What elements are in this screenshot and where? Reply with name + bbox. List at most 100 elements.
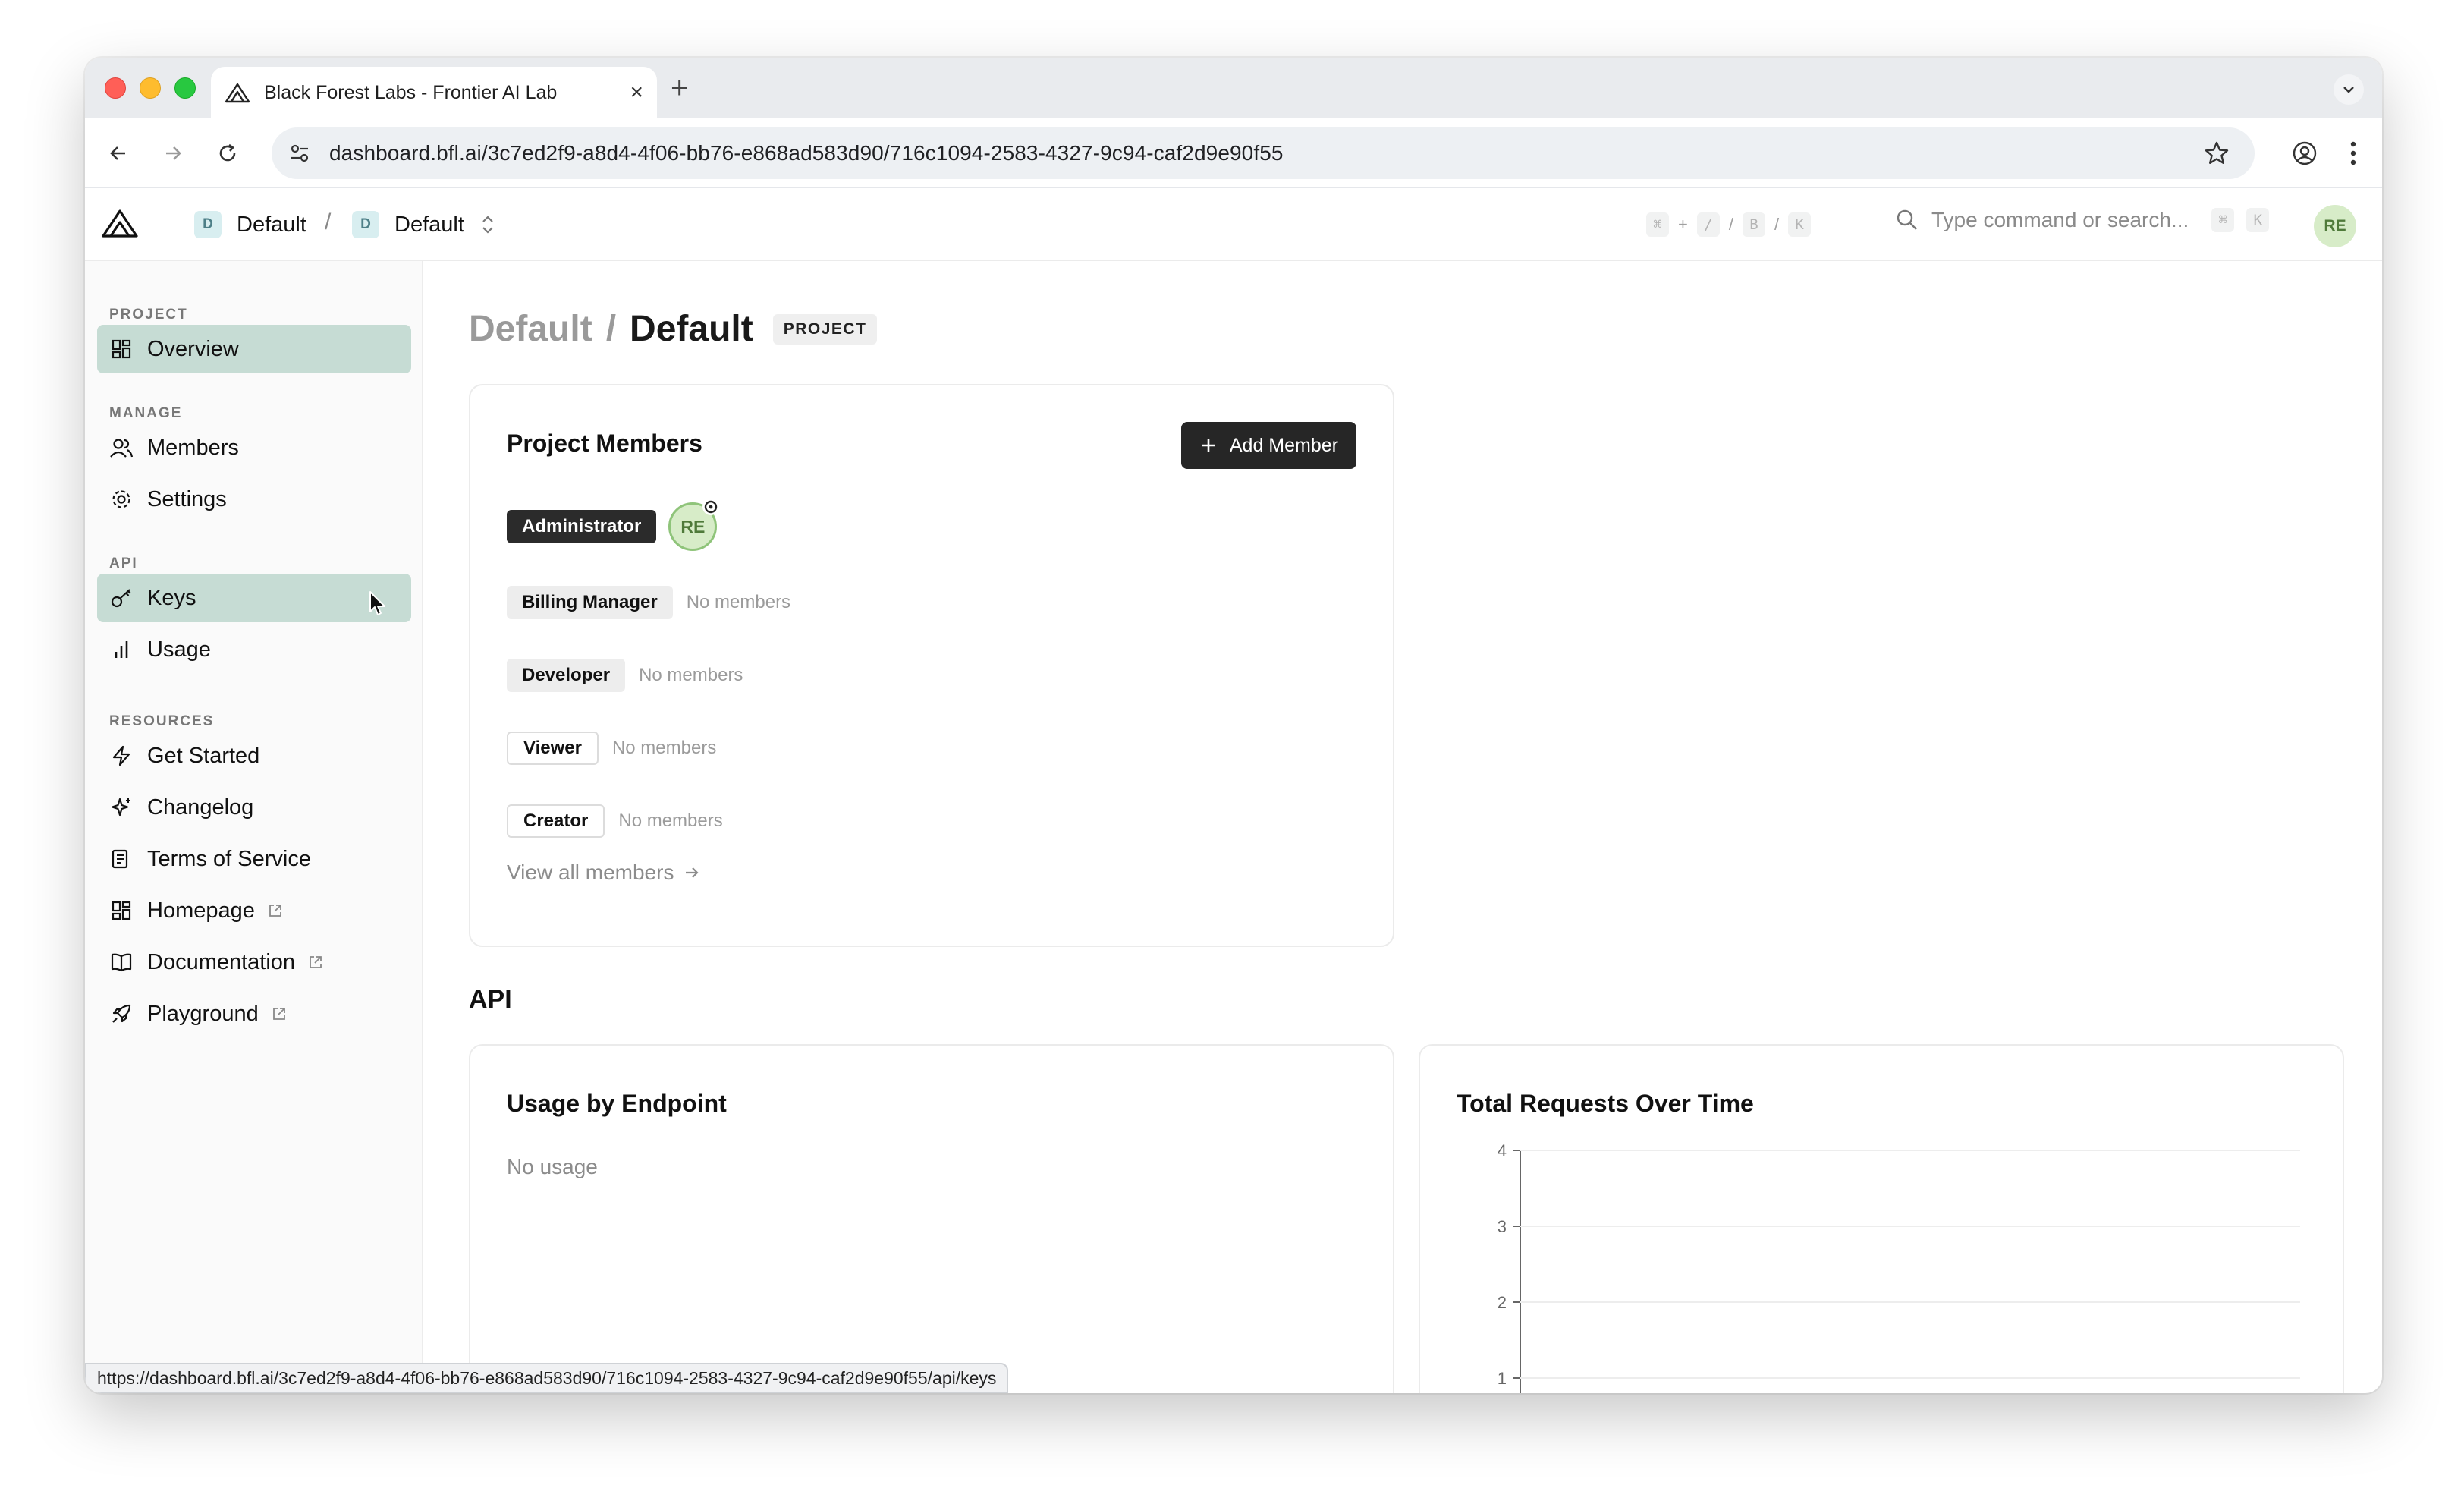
project-badge: D [352,211,379,238]
sidebar-item-members[interactable]: Members [97,423,411,472]
card-title: Total Requests Over Time [1457,1090,1754,1117]
maximize-window-button[interactable] [174,77,196,99]
shortcut-sep: / [1774,215,1780,234]
title-project: Default [630,309,753,349]
zap-icon [112,745,130,766]
gear-icon [112,490,130,508]
sidebar-item-label: Usage [147,637,211,662]
sidebar-item-overview[interactable]: Overview [97,325,411,373]
bookmark-star-icon[interactable] [2203,140,2230,167]
shortcut-plus: + [1678,215,1688,234]
reload-icon [219,143,236,162]
grid-icon [112,901,131,920]
shortcut-key: K [1788,212,1812,237]
org-switcher[interactable]: D Default [194,188,306,261]
browser-tab[interactable]: Black Forest Labs - Frontier AI Lab × [211,67,657,118]
close-tab-icon[interactable]: × [630,80,643,105]
app-header: D Default / D Default ⌘ + / / B / K Type… [85,188,2382,261]
add-member-label: Add Member [1229,434,1338,456]
external-link-icon [272,1008,285,1020]
role-badge: Developer [507,659,626,692]
sidebar-section-title: RESOURCES [109,713,215,729]
shortcut-hint: ⌘ + / / B / K [1646,212,1812,237]
address-bar: dashboard.bfl.ai/3c7ed2f9-a8d4-4f06-bb76… [85,118,2382,188]
sidebar-item-label: Overview [147,336,239,361]
profile-icon [2293,141,2317,165]
shortcut-key: B [1742,212,1765,237]
project-switcher[interactable]: D Default [352,188,496,261]
command-search[interactable]: Type command or search... ⌘ K [1895,208,2270,232]
project-name: Default [394,212,464,237]
sidebar-item-get-started[interactable]: Get Started [97,732,411,780]
view-all-members-link[interactable]: View all members [507,861,701,885]
api-section-heading: API [469,985,512,1014]
sidebar-section-title: MANAGE [109,405,183,421]
view-all-label: View all members [507,861,674,884]
rocket-icon [112,1004,131,1023]
back-button[interactable] [100,135,137,171]
sidebar-item-label: Homepage [147,898,255,923]
sidebar-item-usage[interactable]: Usage [97,625,411,674]
search-key: ⌘ [2211,208,2235,232]
sidebar-item-playground[interactable]: Playground [97,990,411,1038]
reload-button[interactable] [209,135,246,171]
bfl-logo-icon [225,83,250,103]
role-badge: Creator [507,804,605,838]
sidebar-item-changelog[interactable]: Changelog [97,783,411,832]
sidebar-item-homepage[interactable]: Homepage [97,886,411,935]
user-avatar[interactable]: RE [2314,205,2356,247]
role-row-viewer: Viewer No members [507,732,716,765]
arrow-right-icon [166,146,181,160]
role-row-developer: Developer No members [507,659,743,692]
shortcut-key: ⌘ [1646,212,1669,237]
role-row-creator: Creator No members [507,804,723,838]
usage-by-endpoint-card: Usage by Endpoint No usage [469,1044,1394,1393]
member-avatar[interactable]: RE [668,499,720,551]
total-requests-card: Total Requests Over Time 1 2 3 4 [1419,1044,2344,1393]
sidebar-item-label: Documentation [147,949,296,974]
y-tick-label: 4 [1498,1144,1507,1160]
sidebar-item-label: Playground [147,1001,259,1026]
bar-chart-icon [115,641,128,658]
more-vertical-icon [2350,141,2356,165]
sidebar-section-title: API [109,555,138,571]
search-icon [1897,209,1917,230]
sidebar-item-keys[interactable]: Keys [97,574,411,622]
requests-chart: 1 2 3 4 [1498,1144,2300,1393]
forward-button[interactable] [155,135,191,171]
org-badge: D [194,211,222,238]
chevrons-up-down-icon [482,216,493,234]
role-badge: Viewer [507,732,599,765]
role-row-billing-manager: Billing Manager No members [507,586,790,619]
shortcut-key: / [1696,212,1720,237]
title-separator: / [605,309,617,349]
site-settings-icon[interactable] [288,142,311,165]
bfl-logo-icon[interactable] [102,208,138,238]
minimize-window-button[interactable] [140,77,161,99]
project-members-card: Project Members Add Member Administrator… [469,384,1394,947]
grid-icon [112,339,131,359]
close-window-button[interactable] [105,77,126,99]
profile-button[interactable] [2286,135,2323,171]
sidebar-item-documentation[interactable]: Documentation [97,938,411,986]
sidebar-item-terms[interactable]: Terms of Service [97,835,411,883]
arrow-right-icon [686,867,699,878]
role-badge: Administrator [507,510,657,543]
sidebar-item-settings[interactable]: Settings [97,475,411,524]
sidebar-item-label: Members [147,435,239,460]
tab-search-button[interactable] [2334,74,2364,105]
external-link-icon [310,956,322,968]
role-row-administrator: Administrator RE [507,499,720,551]
member-initials: RE [680,516,706,536]
chevron-down-icon [2343,87,2354,93]
sparkles-icon [111,798,130,817]
browser-menu-button[interactable] [2335,135,2371,171]
omnibox[interactable]: dashboard.bfl.ai/3c7ed2f9-a8d4-4f06-bb76… [272,127,2255,179]
y-tick-label: 3 [1498,1217,1507,1236]
y-tick-label: 2 [1498,1293,1507,1312]
card-title: Usage by Endpoint [507,1090,727,1117]
no-members-text: No members [618,810,723,831]
no-members-text: No members [639,665,743,685]
add-member-button[interactable]: Add Member [1180,422,1356,469]
new-tab-button[interactable]: + [671,71,688,105]
